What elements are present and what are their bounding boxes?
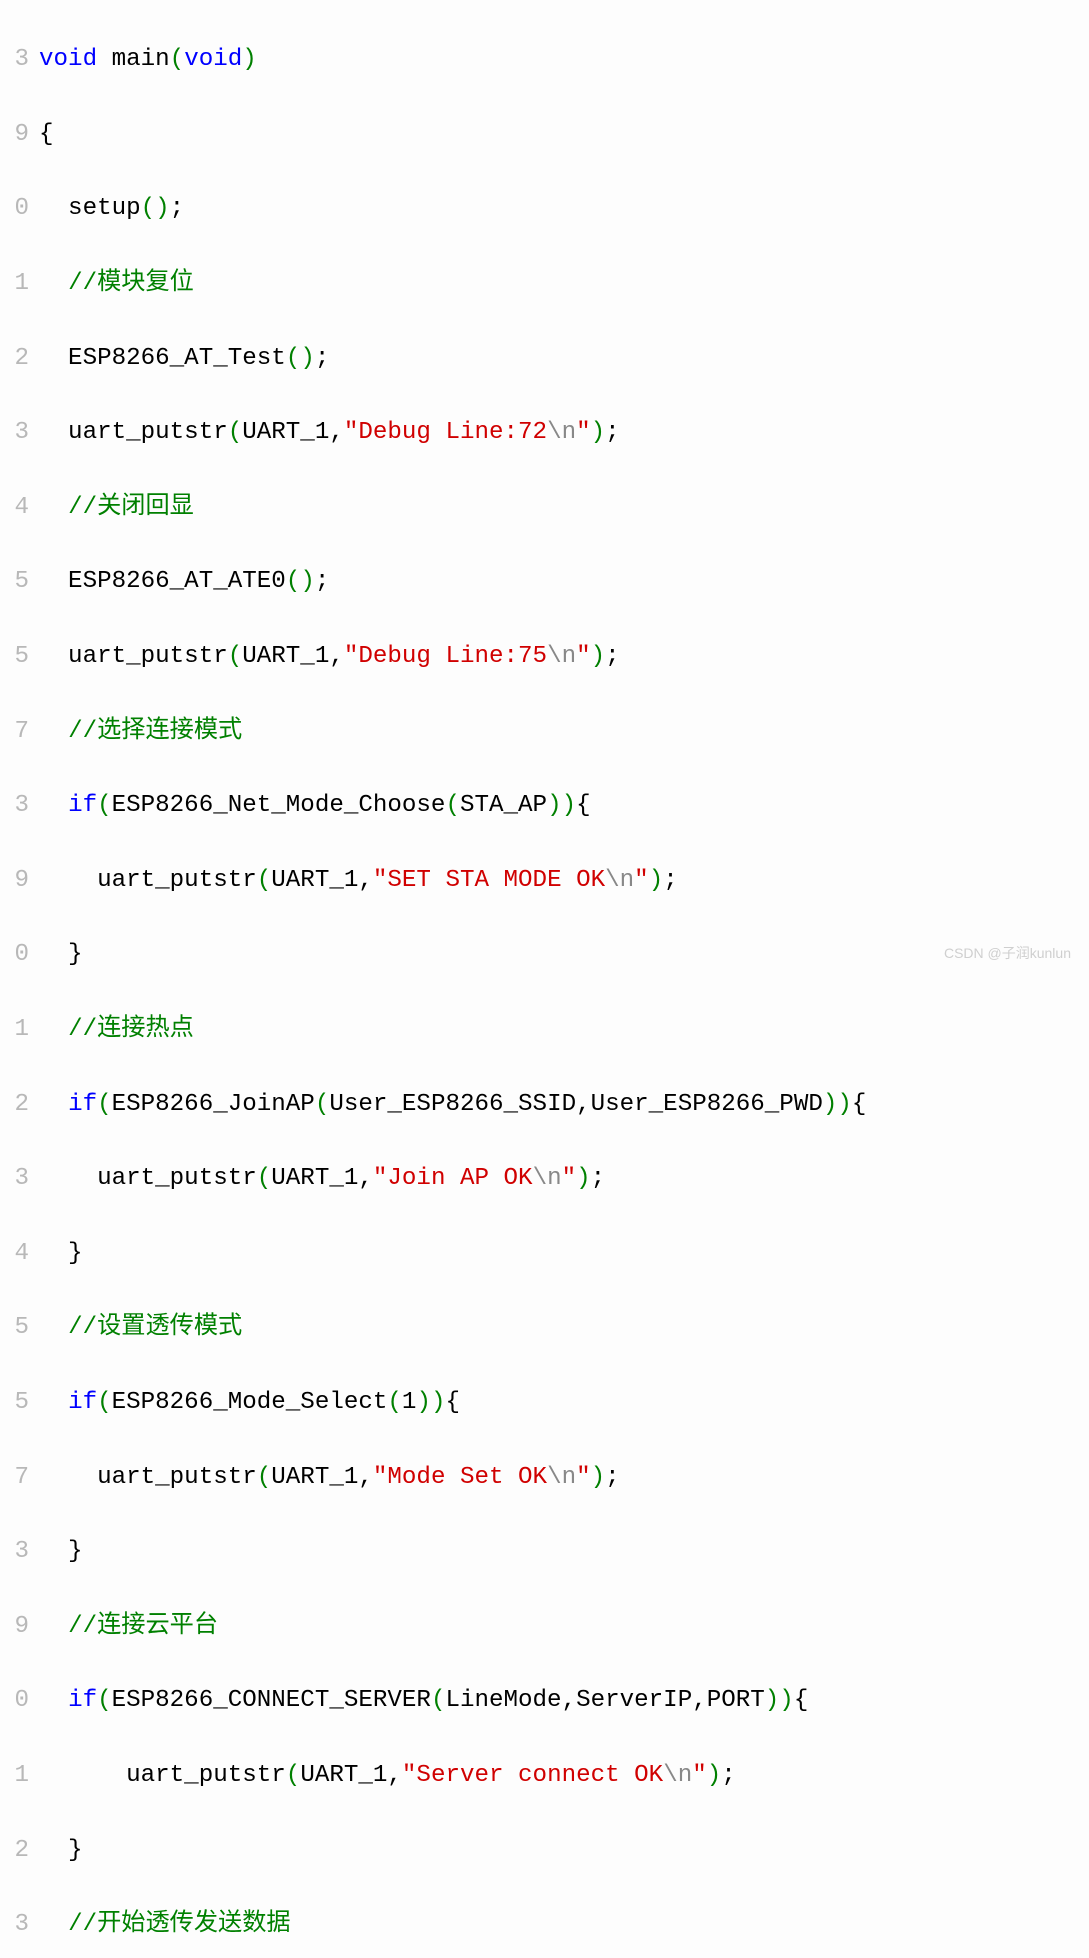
line-number: 0 xyxy=(0,1682,29,1719)
code-line: uart_putstr(UART_1,"SET STA MODE OK\n"); xyxy=(39,862,1089,899)
line-number: 1 xyxy=(0,265,29,302)
code-line: setup(); xyxy=(39,190,1089,227)
string: "Server connect OK xyxy=(402,1762,663,1789)
code-line: //选择连接模式 xyxy=(39,713,1089,750)
keyword-if: if xyxy=(68,792,97,819)
keyword-if: if xyxy=(68,1687,97,1714)
code-line: } xyxy=(39,1235,1089,1272)
keyword-if: if xyxy=(68,1091,97,1118)
paren: ( xyxy=(170,46,185,73)
line-number: 5 xyxy=(0,638,29,675)
keyword-void: void xyxy=(184,46,242,73)
comment: //连接热点 xyxy=(68,1016,194,1043)
line-number: 3 xyxy=(0,41,29,78)
line-number: 3 xyxy=(0,1533,29,1570)
function-name: main xyxy=(112,46,170,73)
line-number-gutter: 3 9 0 1 2 3 4 5 5 7 3 9 0 1 2 3 4 5 5 7 … xyxy=(0,0,33,1958)
code-line: uart_putstr(UART_1,"Debug Line:75\n"); xyxy=(39,638,1089,675)
code-line: uart_putstr(UART_1,"Server connect OK\n"… xyxy=(39,1757,1089,1794)
keyword-if: if xyxy=(68,1389,97,1416)
code-line: if(ESP8266_Mode_Select(1)){ xyxy=(39,1384,1089,1421)
line-number: 7 xyxy=(0,713,29,750)
escape: \n xyxy=(663,1762,692,1789)
line-number: 3 xyxy=(0,1160,29,1197)
comment: //模块复位 xyxy=(68,270,194,297)
line-number: 7 xyxy=(0,1459,29,1496)
code-line: //关闭回显 xyxy=(39,489,1089,526)
code-line: //连接热点 xyxy=(39,1011,1089,1048)
line-number: 0 xyxy=(0,936,29,973)
string: "Join AP OK xyxy=(373,1165,533,1192)
line-number: 5 xyxy=(0,563,29,600)
code-line: //开始透传发送数据 xyxy=(39,1906,1089,1943)
line-number: 3 xyxy=(0,787,29,824)
line-number: 9 xyxy=(0,116,29,153)
code-line: uart_putstr(UART_1,"Debug Line:72\n"); xyxy=(39,414,1089,451)
comment: //连接云平台 xyxy=(68,1613,218,1640)
line-number: 5 xyxy=(0,1309,29,1346)
paren: ) xyxy=(242,46,257,73)
code-line: if(ESP8266_CONNECT_SERVER(LineMode,Serve… xyxy=(39,1682,1089,1719)
line-number: 2 xyxy=(0,1086,29,1123)
watermark: CSDN @子润kunlun xyxy=(944,943,1071,963)
line-number: 4 xyxy=(0,489,29,526)
code-line: uart_putstr(UART_1,"Join AP OK\n"); xyxy=(39,1160,1089,1197)
code-line: ESP8266_AT_Test(); xyxy=(39,340,1089,377)
line-number: 1 xyxy=(0,1011,29,1048)
escape: \n xyxy=(547,643,576,670)
code-line: } xyxy=(39,1533,1089,1570)
code-line: if(ESP8266_JoinAP(User_ESP8266_SSID,User… xyxy=(39,1086,1089,1123)
string: "SET STA MODE OK xyxy=(373,867,605,894)
comment: //选择连接模式 xyxy=(68,718,242,745)
code-line: void main(void) xyxy=(39,41,1089,78)
code-line: { xyxy=(39,116,1089,153)
string: "Debug Line:75 xyxy=(344,643,547,670)
string: "Debug Line:72 xyxy=(344,419,547,446)
escape: \n xyxy=(547,1464,576,1491)
line-number: 3 xyxy=(0,414,29,451)
comment: //开始透传发送数据 xyxy=(68,1911,291,1938)
line-number: 2 xyxy=(0,340,29,377)
string: "Mode Set OK xyxy=(373,1464,547,1491)
line-number: 4 xyxy=(0,1235,29,1272)
escape: \n xyxy=(533,1165,562,1192)
line-number: 2 xyxy=(0,1832,29,1869)
code-content: void main(void) { setup(); //模块复位 ESP826… xyxy=(33,0,1089,1958)
code-editor: 3 9 0 1 2 3 4 5 5 7 3 9 0 1 2 3 4 5 5 7 … xyxy=(0,0,1089,1958)
code-line: ESP8266_AT_ATE0(); xyxy=(39,563,1089,600)
line-number: 5 xyxy=(0,1384,29,1421)
line-number: 9 xyxy=(0,862,29,899)
comment: //关闭回显 xyxy=(68,494,194,521)
code-line: } xyxy=(39,1832,1089,1869)
code-line: //连接云平台 xyxy=(39,1608,1089,1645)
code-line: } xyxy=(39,936,1089,973)
line-number: 0 xyxy=(0,190,29,227)
keyword-void: void xyxy=(39,46,97,73)
code-line: //模块复位 xyxy=(39,265,1089,302)
code-line: uart_putstr(UART_1,"Mode Set OK\n"); xyxy=(39,1459,1089,1496)
line-number: 1 xyxy=(0,1757,29,1794)
code-line: if(ESP8266_Net_Mode_Choose(STA_AP)){ xyxy=(39,787,1089,824)
code-line: //设置透传模式 xyxy=(39,1309,1089,1346)
line-number: 9 xyxy=(0,1608,29,1645)
line-number: 3 xyxy=(0,1906,29,1943)
escape: \n xyxy=(547,419,576,446)
escape: \n xyxy=(605,867,634,894)
comment: //设置透传模式 xyxy=(68,1314,242,1341)
